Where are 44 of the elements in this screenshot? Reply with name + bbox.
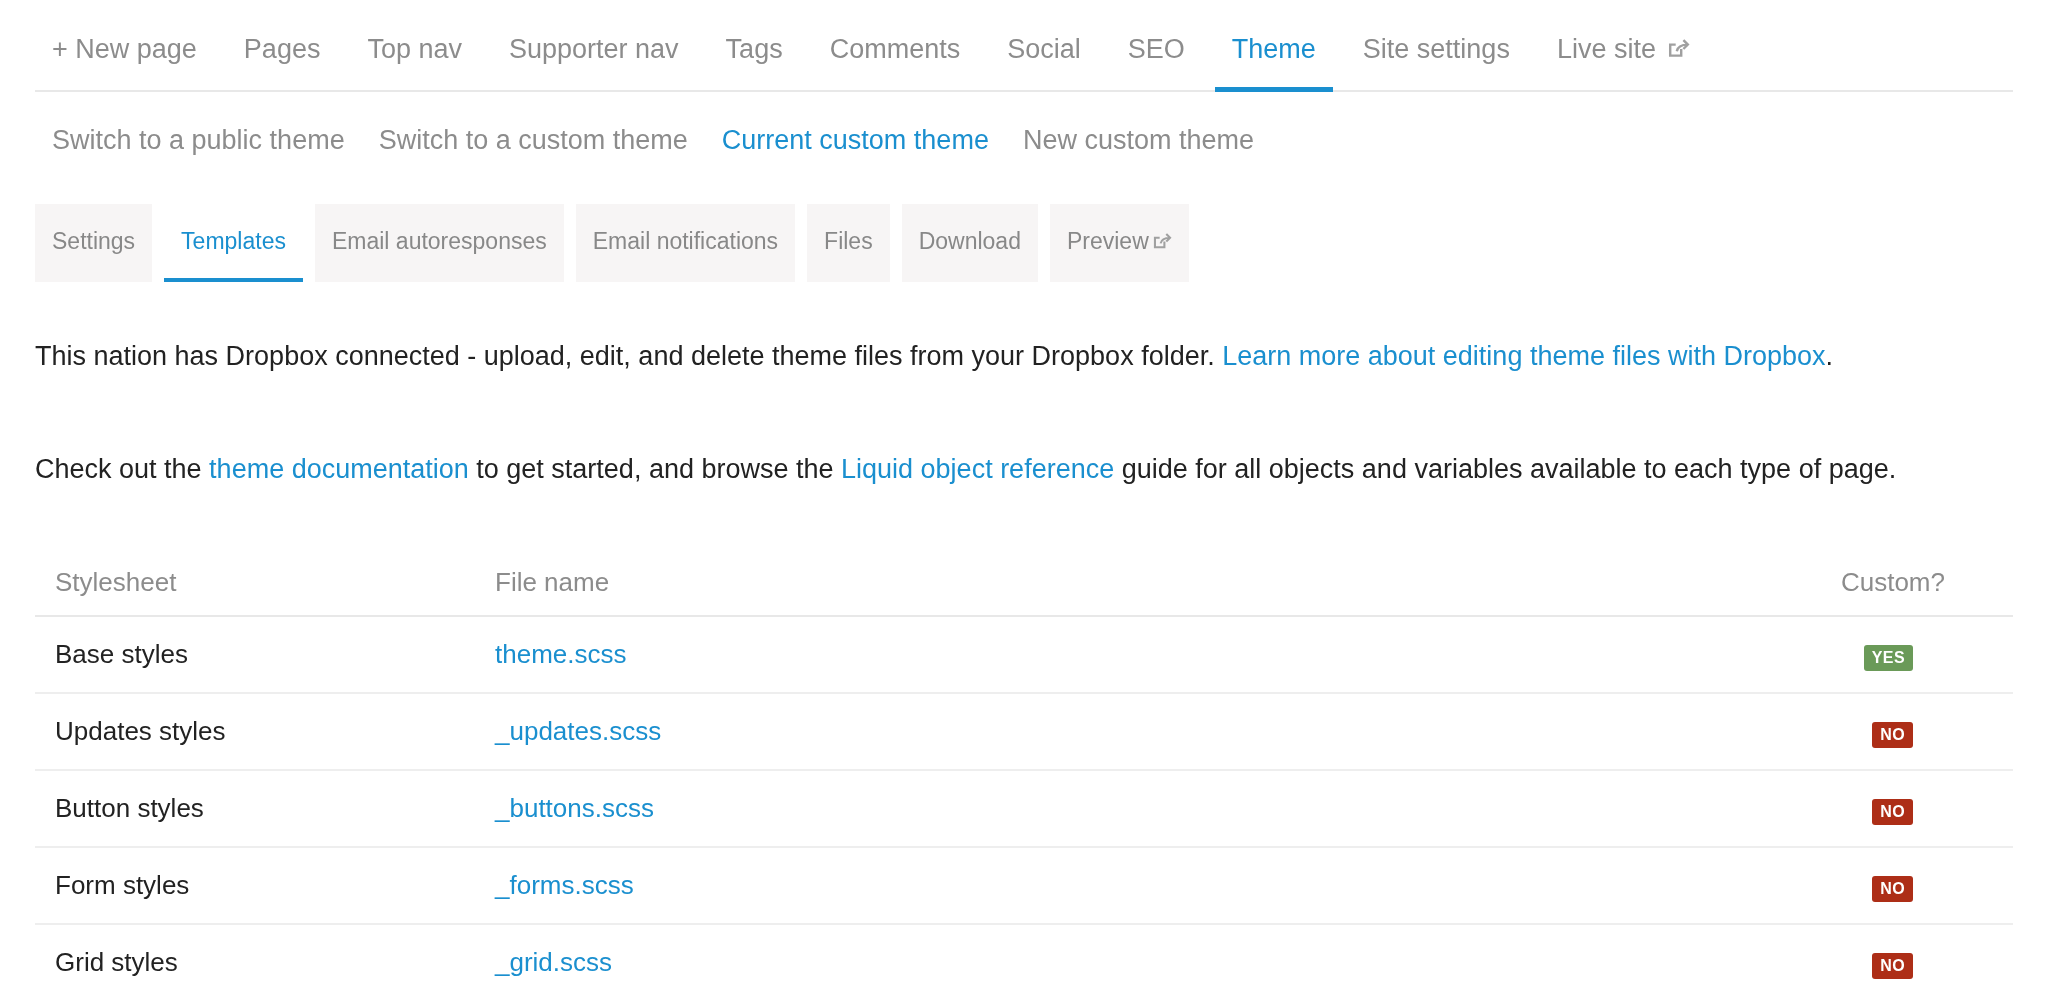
tab[interactable]: Email notifications [575, 204, 796, 282]
table-cell: Form styles [35, 847, 495, 924]
file-link[interactable]: _buttons.scss [495, 793, 654, 823]
nav-tab[interactable]: Top nav [367, 28, 462, 92]
tab[interactable]: Download [901, 204, 1038, 282]
theme-nav-link[interactable]: New custom theme [1022, 119, 1254, 161]
table-cell: Grid styles [35, 924, 495, 1000]
text-link[interactable]: theme documentation [209, 453, 469, 484]
file-link[interactable]: theme.scss [495, 639, 627, 669]
nav-tab[interactable]: Site settings [1362, 28, 1510, 92]
theme-nav-link[interactable]: Switch to a public theme [52, 119, 345, 161]
nav-tab[interactable]: Theme [1214, 28, 1333, 92]
nav-tab[interactable]: Supporter nav [509, 28, 679, 92]
nav-tab[interactable]: SEO [1127, 28, 1185, 92]
theme-nav-link[interactable]: Current custom theme [721, 119, 989, 161]
table-cell: Button styles [35, 770, 495, 847]
status-badge: NO [1872, 876, 1913, 902]
status-badge: NO [1872, 722, 1913, 748]
nav-tab[interactable]: Comments [829, 28, 961, 92]
file-link[interactable]: _forms.scss [495, 870, 634, 900]
table-cell: Base styles [35, 616, 495, 693]
file-link[interactable]: _grid.scss [495, 947, 613, 977]
column-header: File name [495, 549, 1241, 616]
theme-nav-link[interactable]: Switch to a custom theme [378, 119, 688, 161]
status-badge: NO [1872, 799, 1913, 825]
status-badge: NO [1872, 953, 1913, 979]
nav-tab[interactable]: Live site [1556, 28, 1690, 92]
paragraph: Check out the theme documentation to get started, and browse the Liquid object reference guide for all objects and variables available to each type of page. [35, 452, 1898, 486]
tab[interactable]: Settings [35, 204, 153, 282]
column-header: Stylesheet [35, 549, 495, 616]
text-link[interactable]: Learn more about editing theme files with Dropbox [1222, 341, 1826, 371]
nav-tab[interactable]: + New page [52, 28, 197, 92]
nav-tab[interactable]: Pages [243, 28, 321, 92]
tab[interactable]: Preview [1049, 204, 1189, 282]
text-link[interactable]: Liquid object reference [841, 453, 1115, 484]
paragraph: This nation has Dropbox connected - upload, edit, and delete theme files from your Dropbox folder. Learn more about editing theme files with Dropbox. [35, 340, 1835, 373]
nav-tab[interactable]: Tags [725, 28, 783, 92]
status-badge: YES [1863, 645, 1913, 671]
table-cell: Updates styles [35, 693, 495, 770]
nav-tab[interactable]: Social [1007, 28, 1081, 92]
tab[interactable]: Files [807, 204, 890, 282]
tab[interactable]: Email autoresponses [314, 204, 564, 282]
file-link[interactable]: _updates.scss [495, 716, 662, 746]
column-header: Custom? [1240, 549, 2013, 616]
